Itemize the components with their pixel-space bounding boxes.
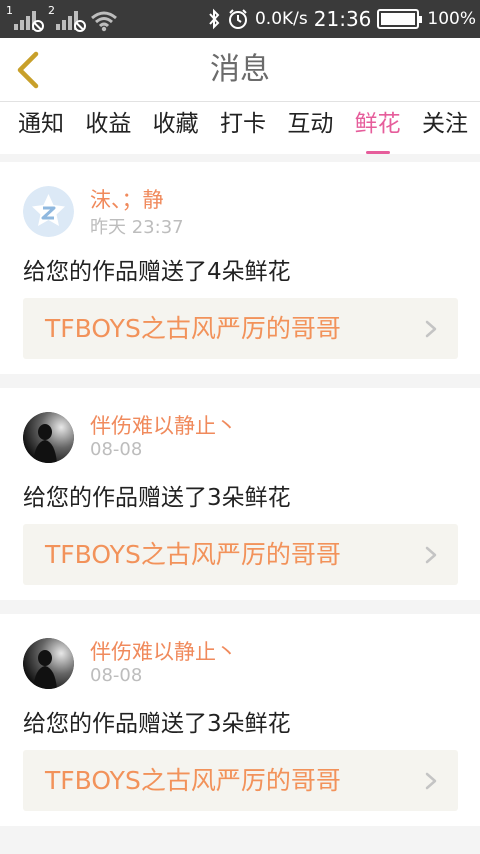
gift-message: 给您的作品赠送了4朵鲜花 [23, 259, 291, 285]
flower-message-list: 沫、；静 昨天 23:37 给您的作品赠送了4朵鲜花 TFBOYS之古风严厉的哥… [0, 162, 480, 840]
chevron-right-icon [425, 772, 437, 790]
sender-name[interactable]: 伴伤难以静止丶 [90, 410, 237, 440]
work-title: TFBOYS之古风严厉的哥哥 [45, 314, 341, 343]
list-item: 伴伤难以静止丶 08-08 给您的作品赠送了3朵鲜花 TFBOYS之古风严厉的哥… [0, 614, 480, 826]
work-title: TFBOYS之古风严厉的哥哥 [45, 540, 341, 569]
chevron-right-icon [425, 320, 437, 338]
dark-photo-avatar-icon [23, 412, 74, 463]
status-bar: 1 2 0.0K/s 21:36 100% [0, 0, 480, 38]
sent-time: 08-08 [90, 439, 143, 460]
battery-icon [377, 9, 423, 29]
tab-earnings[interactable]: 收益 [85, 102, 131, 154]
signal-sim2-icon: 2 [48, 4, 86, 32]
work-link[interactable]: TFBOYS之古风严厉的哥哥 [23, 298, 458, 359]
sender-name[interactable]: 沫、；静 [90, 184, 164, 214]
wifi-icon [91, 11, 117, 32]
chevron-right-icon [425, 546, 437, 564]
bluetooth-icon [209, 8, 220, 30]
network-speed: 0.0K/s [254, 9, 308, 29]
clock-time: 21:36 [313, 7, 372, 31]
tab-notifications[interactable]: 通知 [18, 102, 64, 154]
signal-sim1-icon: 1 [6, 4, 44, 32]
app-header: 消息 [0, 38, 480, 102]
tab-interactions[interactable]: 互动 [287, 102, 333, 154]
sim1-label: 1 [6, 4, 13, 17]
tab-favorites[interactable]: 收藏 [153, 102, 199, 154]
tab-checkin[interactable]: 打卡 [220, 102, 266, 154]
message-tabs: 通知 收益 收藏 打卡 互动 鲜花 关注 [0, 102, 480, 154]
list-item: 伴伤难以静止丶 08-08 给您的作品赠送了3朵鲜花 TFBOYS之古风严厉的哥… [0, 388, 480, 600]
gift-message: 给您的作品赠送了3朵鲜花 [23, 485, 291, 511]
sim2-label: 2 [48, 4, 55, 17]
page-title: 消息 [210, 52, 270, 87]
work-title: TFBOYS之古风严厉的哥哥 [45, 766, 341, 795]
battery-percent: 100% [427, 9, 476, 29]
alarm-clock-icon [228, 9, 247, 29]
tab-flowers[interactable]: 鲜花 [355, 102, 401, 154]
tab-follows[interactable]: 关注 [422, 102, 468, 154]
qzone-avatar-icon [23, 186, 74, 237]
work-link[interactable]: TFBOYS之古风严厉的哥哥 [23, 524, 458, 585]
list-item: 沫、；静 昨天 23:37 给您的作品赠送了4朵鲜花 TFBOYS之古风严厉的哥… [0, 162, 480, 374]
sender-name[interactable]: 伴伤难以静止丶 [90, 636, 237, 666]
avatar[interactable] [23, 638, 74, 689]
dark-photo-avatar-icon [23, 638, 74, 689]
avatar[interactable] [23, 186, 74, 237]
sent-time: 昨天 23:37 [90, 217, 184, 238]
sent-time: 08-08 [90, 665, 143, 686]
work-link[interactable]: TFBOYS之古风严厉的哥哥 [23, 750, 458, 811]
avatar[interactable] [23, 412, 74, 463]
gift-message: 给您的作品赠送了3朵鲜花 [23, 711, 291, 737]
